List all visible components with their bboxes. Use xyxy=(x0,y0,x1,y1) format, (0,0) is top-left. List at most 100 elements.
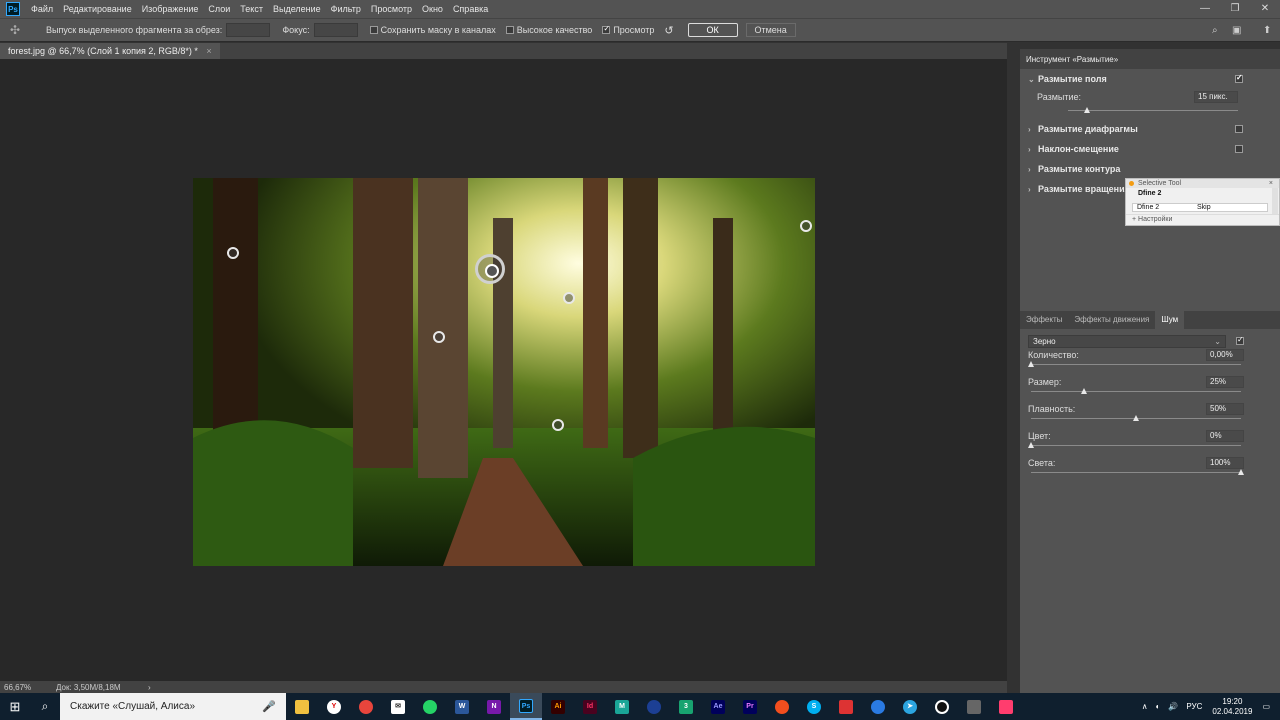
popup-row[interactable]: Dfine 2 Skip xyxy=(1132,203,1268,212)
blur-pin[interactable] xyxy=(227,247,239,259)
app-3-icon[interactable]: 3 xyxy=(670,693,702,720)
notifications-icon[interactable]: ▭ xyxy=(1262,702,1270,711)
close-icon[interactable]: ✕ xyxy=(1250,0,1280,18)
popup-close-icon[interactable]: × xyxy=(1269,179,1273,188)
app-red-icon[interactable] xyxy=(830,693,862,720)
premiere-icon[interactable]: Pr xyxy=(734,693,766,720)
noise-type-select[interactable]: Зерно ⌄ xyxy=(1028,335,1226,348)
blur-pin[interactable] xyxy=(563,292,575,304)
noise-param-value[interactable]: 0,00% xyxy=(1206,349,1244,361)
blur-pin[interactable] xyxy=(800,220,812,232)
forest-image[interactable] xyxy=(193,178,815,566)
reset-icon[interactable]: ↺ xyxy=(664,24,673,37)
noise-param-slider[interactable] xyxy=(1031,472,1241,473)
save-mask-checkbox[interactable]: Сохранить маску в каналах xyxy=(369,25,496,35)
noise-param-slider-thumb[interactable] xyxy=(1028,361,1034,367)
noise-param-slider[interactable] xyxy=(1031,391,1241,392)
ok-button[interactable]: ОК xyxy=(687,23,738,37)
file-explorer-icon[interactable] xyxy=(286,693,318,720)
skype-icon[interactable]: S xyxy=(798,693,830,720)
high-quality-checkbox[interactable]: Высокое качество xyxy=(505,25,592,35)
tilt-shift-section[interactable]: › Наклон-смещение xyxy=(1020,139,1280,159)
tab-effects[interactable]: Эффекты xyxy=(1020,311,1068,329)
volume-icon[interactable]: 🔊 xyxy=(1168,702,1178,711)
record-icon[interactable] xyxy=(926,693,958,720)
noise-param-slider-thumb[interactable] xyxy=(1238,469,1244,475)
share-icon[interactable]: ⬆ xyxy=(1263,25,1271,36)
chrome-icon[interactable] xyxy=(350,693,382,720)
indesign-icon[interactable]: Id xyxy=(574,693,606,720)
menu-help[interactable]: Справка xyxy=(448,4,493,14)
app-grid-icon[interactable] xyxy=(958,693,990,720)
word-icon[interactable]: W xyxy=(446,693,478,720)
menu-edit[interactable]: Редактирование xyxy=(58,4,137,14)
noise-param-value[interactable]: 100% xyxy=(1206,457,1244,469)
search-icon[interactable]: ⌕ xyxy=(1212,25,1218,36)
yandex-browser-icon[interactable]: Y xyxy=(318,693,350,720)
noise-param-slider[interactable] xyxy=(1031,445,1241,446)
preview-checkbox[interactable]: Просмотр xyxy=(602,24,654,35)
app-circle-icon[interactable] xyxy=(862,693,894,720)
zoom-level[interactable]: 66,67% xyxy=(4,683,56,692)
popup-item[interactable]: Dfine 2 xyxy=(1138,190,1275,197)
blur-slider-thumb[interactable] xyxy=(1084,107,1090,113)
language-indicator[interactable]: РУС xyxy=(1186,702,1202,711)
maximize-icon[interactable]: ❐ xyxy=(1220,0,1250,18)
after-effects-icon[interactable]: Ae xyxy=(702,693,734,720)
workspace-icon[interactable]: ▣ xyxy=(1232,25,1241,36)
path-blur-section[interactable]: › Размытие контура xyxy=(1020,159,1280,179)
blur-pin[interactable] xyxy=(552,419,564,431)
noise-param-slider-thumb[interactable] xyxy=(1080,388,1087,394)
cancel-button[interactable]: Отмена xyxy=(745,23,796,37)
document-tab[interactable]: forest.jpg @ 66,7% (Слой 1 копия 2, RGB/… xyxy=(0,43,220,59)
status-arrow-icon[interactable]: › xyxy=(148,683,151,692)
popup-scrollbar[interactable] xyxy=(1272,188,1278,214)
cinema4d-icon[interactable] xyxy=(638,693,670,720)
noise-param-slider-thumb[interactable] xyxy=(1028,442,1034,448)
noise-param-value[interactable]: 0% xyxy=(1206,430,1244,442)
onenote-icon[interactable]: N xyxy=(478,693,510,720)
focus-input[interactable] xyxy=(313,23,358,37)
popup-footer[interactable]: + Настройки xyxy=(1126,214,1279,223)
noise-enable-checkbox[interactable] xyxy=(1236,335,1244,345)
iris-blur-checkbox[interactable] xyxy=(1235,125,1243,133)
tray-chevron-icon[interactable]: ∧ xyxy=(1142,702,1148,711)
telegram-icon[interactable]: ➤ xyxy=(894,693,926,720)
cortana-search-box[interactable]: Скажите «Слушай, Алиса» 🎤 xyxy=(60,693,286,720)
field-blur-section[interactable]: ⌄ Размытие поля xyxy=(1020,69,1280,89)
noise-param-value[interactable]: 50% xyxy=(1206,403,1244,415)
menu-image[interactable]: Изображение xyxy=(137,4,204,14)
field-blur-checkbox[interactable] xyxy=(1235,73,1243,83)
illustrator-icon[interactable]: Ai xyxy=(542,693,574,720)
tab-motion-effects[interactable]: Эффекты движения xyxy=(1068,311,1155,329)
figma-icon[interactable] xyxy=(766,693,798,720)
mail-icon[interactable]: ✉ xyxy=(382,693,414,720)
search-icon[interactable]: ⌕ xyxy=(30,699,60,714)
menu-select[interactable]: Выделение xyxy=(268,4,326,14)
tab-noise[interactable]: Шум xyxy=(1155,311,1185,329)
pin-tool-icon[interactable]: ✣ xyxy=(0,23,30,37)
noise-param-slider[interactable] xyxy=(1031,364,1241,365)
windows-start-icon[interactable]: ⊞ xyxy=(0,699,30,715)
photoshop-icon[interactable]: Ps xyxy=(510,693,542,720)
iris-blur-section[interactable]: › Размытие диафрагмы xyxy=(1020,119,1280,139)
menu-window[interactable]: Окно xyxy=(417,4,448,14)
blur-slider-track[interactable] xyxy=(1068,110,1238,111)
menu-layers[interactable]: Слои xyxy=(203,4,235,14)
menu-type[interactable]: Текст xyxy=(235,4,268,14)
feather-input[interactable] xyxy=(226,23,271,37)
menu-filter[interactable]: Фильтр xyxy=(326,4,366,14)
noise-param-value[interactable]: 25% xyxy=(1206,376,1244,388)
clock[interactable]: 19:20 02.04.2019 xyxy=(1212,697,1252,717)
whatsapp-icon[interactable] xyxy=(414,693,446,720)
active-blur-pin[interactable] xyxy=(475,254,505,284)
blur-pin[interactable] xyxy=(433,331,445,343)
minimize-icon[interactable]: — xyxy=(1190,0,1220,18)
media-app-icon[interactable]: M xyxy=(606,693,638,720)
blur-amount-input[interactable]: 15 пикс. xyxy=(1194,91,1238,103)
noise-param-slider-thumb[interactable] xyxy=(1133,415,1139,421)
microphone-icon[interactable]: 🎤 xyxy=(262,700,276,713)
menu-view[interactable]: Просмотр xyxy=(366,4,417,14)
app-pink-icon[interactable] xyxy=(990,693,1022,720)
menu-file[interactable]: Файл xyxy=(26,4,58,14)
